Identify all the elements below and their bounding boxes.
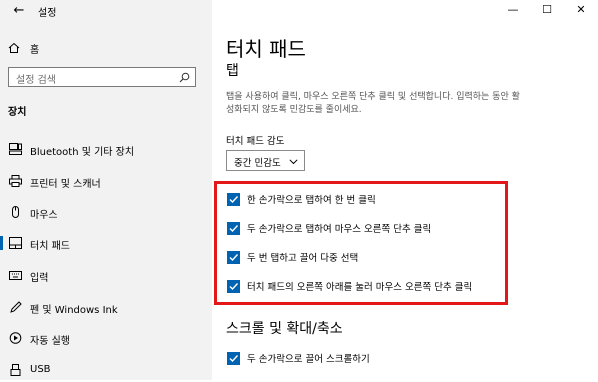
search-icon[interactable] — [179, 72, 190, 83]
search-input[interactable]: 설정 검색 — [8, 67, 196, 87]
search-placeholder: 설정 검색 — [16, 75, 56, 86]
home-icon — [8, 42, 20, 53]
option-label: 두 손가락으로 끌어 스크롤하기 — [247, 354, 370, 365]
option-single-tap[interactable]: 한 손가락으로 탭하여 한 번 클릭 — [227, 191, 376, 207]
checkmark-icon — [229, 354, 239, 362]
sidebar-item-label: 마우스 — [30, 210, 58, 221]
checkbox-checked[interactable] — [227, 351, 240, 365]
window-controls: — ☐ ✕ — [496, 0, 598, 20]
option-two-finger-scroll[interactable]: 두 손가락으로 끌어 스크롤하기 — [227, 350, 370, 366]
mouse-icon — [12, 206, 19, 218]
printer-icon — [9, 175, 22, 187]
option-double-tap-drag[interactable]: 두 번 탭하고 끌어 다중 선택 — [227, 249, 358, 265]
option-label: 터치 패드의 오른쪽 아래를 눌러 마우스 오른쪽 단추 클릭 — [247, 282, 473, 293]
sidebar-item-label: 입력 — [30, 273, 49, 284]
sidebar-item-mouse[interactable]: 마우스 — [0, 200, 212, 224]
close-button[interactable]: ✕ — [564, 0, 598, 20]
sidebar-item-autoplay[interactable]: 자동 실행 — [0, 326, 212, 350]
pen-icon — [10, 301, 22, 313]
checkmark-icon — [229, 253, 239, 261]
tap-heading: 탭 — [226, 63, 239, 79]
sidebar-item-printers[interactable]: 프린터 및 스캐너 — [0, 169, 212, 193]
sidebar-item-usb[interactable]: USB — [0, 358, 212, 382]
scroll-zoom-heading: 스크롤 및 확대/축소 — [226, 321, 343, 337]
option-label: 한 손가락으로 탭하여 한 번 클릭 — [247, 195, 376, 206]
tap-description: 탭을 사용하여 클릭, 마우스 오른쪽 단추 클릭 및 선택합니다. 입력하는 … — [226, 92, 520, 115]
sensitivity-label: 터치 패드 감도 — [226, 136, 285, 147]
sidebar-item-typing[interactable]: 입력 — [0, 263, 212, 287]
option-two-finger-tap[interactable]: 두 손가락으로 탭하여 마우스 오른쪽 단추 클릭 — [227, 220, 431, 236]
sidebar-item-label: 자동 실행 — [30, 336, 70, 347]
sidebar: ← 설정 홈 설정 검색 장치 Bluetooth 및 기타 장치 프린터 및 … — [0, 0, 212, 380]
option-press-lower-right[interactable]: 터치 패드의 오른쪽 아래를 눌러 마우스 오른쪽 단추 클릭 — [227, 278, 472, 294]
option-label: 두 손가락으로 탭하여 마우스 오른쪽 단추 클릭 — [247, 224, 432, 235]
checkbox-checked[interactable] — [227, 250, 240, 264]
checkbox-checked[interactable] — [227, 221, 240, 235]
checkmark-icon — [229, 282, 239, 290]
minimize-button[interactable]: — — [496, 0, 530, 20]
sensitivity-value: 중간 민감도 — [234, 158, 281, 169]
page-title: 터치 패드 — [226, 37, 306, 61]
keyboard-icon — [9, 271, 22, 280]
checkmark-icon — [229, 224, 239, 232]
section-heading-devices: 장치 — [8, 107, 27, 118]
home-nav-item[interactable]: 홈 — [8, 40, 39, 56]
chevron-down-icon — [289, 159, 298, 165]
bluetooth-devices-icon — [9, 143, 22, 155]
maximize-button[interactable]: ☐ — [530, 0, 564, 20]
sidebar-item-label: 프린터 및 스캐너 — [30, 179, 101, 190]
sidebar-item-pen[interactable]: 펜 및 Windows Ink — [0, 295, 212, 319]
back-button[interactable]: ← — [8, 2, 30, 20]
sidebar-item-label: USB — [30, 364, 51, 375]
usb-icon — [10, 364, 21, 376]
checkbox-checked[interactable] — [227, 192, 240, 206]
home-label: 홈 — [30, 44, 40, 56]
touchpad-icon — [9, 237, 22, 249]
sidebar-item-bluetooth[interactable]: Bluetooth 및 기타 장치 — [0, 137, 212, 161]
checkmark-icon — [229, 195, 239, 203]
autoplay-icon — [9, 332, 22, 344]
sensitivity-dropdown[interactable]: 중간 민감도 — [226, 150, 305, 171]
sidebar-item-touchpad[interactable]: 터치 패드 — [0, 231, 212, 255]
app-title: 설정 — [38, 8, 57, 19]
option-label: 두 번 탭하고 끌어 다중 선택 — [247, 253, 359, 264]
checkbox-checked[interactable] — [227, 279, 240, 293]
sidebar-item-label: 펜 및 Windows Ink — [30, 305, 118, 316]
sidebar-item-label: Bluetooth 및 기타 장치 — [30, 147, 135, 158]
sidebar-item-label: 터치 패드 — [30, 241, 70, 252]
